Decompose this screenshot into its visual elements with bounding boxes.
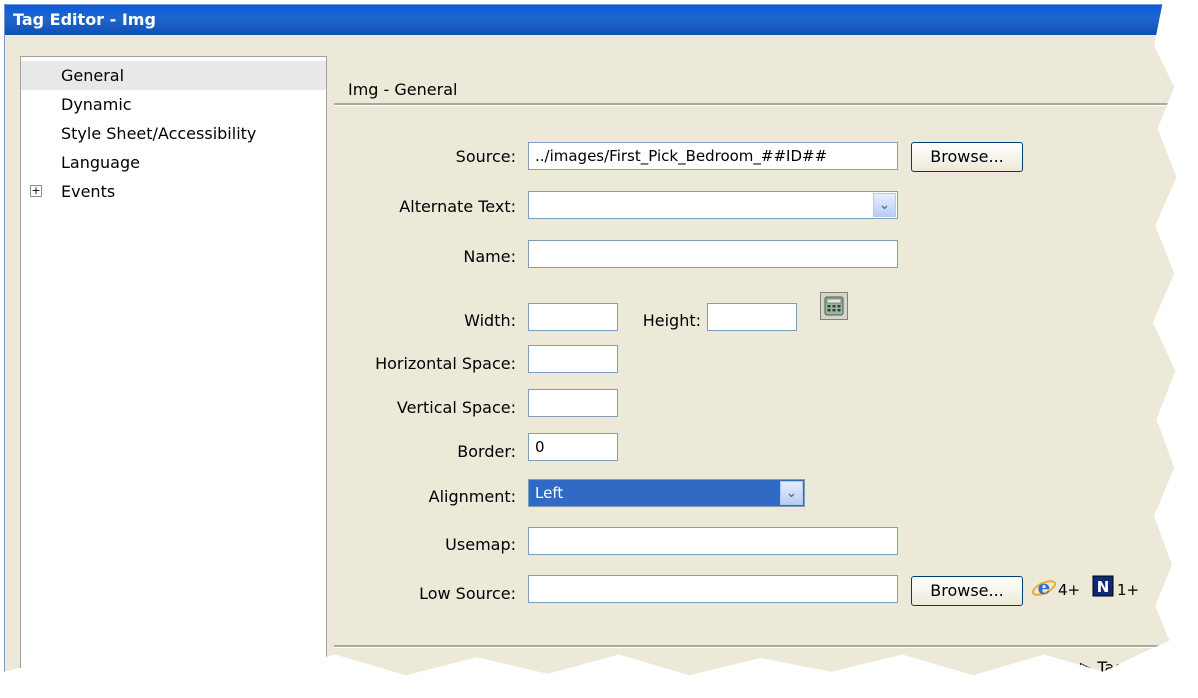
usemap-input[interactable] (528, 527, 898, 555)
border-input[interactable]: 0 (528, 433, 618, 461)
low-source-label: Low Source: (419, 584, 516, 603)
sidebar-item-general[interactable]: General (21, 61, 326, 90)
source-label: Source: (455, 147, 516, 166)
border-label: Border: (457, 442, 516, 461)
low-source-input[interactable] (528, 575, 898, 603)
tag-info-toggle[interactable]: ▷ Tag In (1080, 658, 1144, 675)
section-divider (334, 103, 1176, 106)
vertical-space-input[interactable] (528, 389, 618, 417)
category-tree: General Dynamic Style Sheet/Accessibilit… (20, 56, 327, 676)
tag-editor-window: Tag Editor - Img General Dynamic Style S… (4, 4, 1177, 676)
expand-plus-icon[interactable]: + (30, 185, 42, 197)
calculator-button[interactable] (820, 292, 848, 320)
svg-text:e: e (1038, 575, 1051, 599)
sidebar-item-label: Events (61, 182, 116, 201)
calculator-icon (824, 296, 844, 316)
usemap-label: Usemap: (445, 535, 516, 554)
sidebar-item-events[interactable]: + Events (21, 177, 326, 206)
ie-version: 4+ (1058, 581, 1081, 599)
source-browse-button[interactable]: Browse... (911, 142, 1023, 172)
height-input[interactable] (707, 303, 797, 331)
chevron-down-icon[interactable]: ⌄ (873, 193, 896, 217)
netscape-icon: N (1092, 575, 1114, 597)
footer-divider (334, 645, 1176, 648)
width-label: Width: (464, 311, 516, 330)
alignment-select[interactable]: Left ⌄ (528, 479, 805, 507)
source-input[interactable]: ../images/First_Pick_Bedroom_##ID## (528, 142, 898, 170)
sidebar-item-label: Dynamic (61, 95, 132, 114)
low-source-browse-button[interactable]: Browse... (911, 576, 1023, 606)
horizontal-space-label: Horizontal Space: (375, 354, 516, 373)
name-label: Name: (463, 247, 516, 266)
alignment-label: Alignment: (428, 487, 516, 506)
chevron-down-icon[interactable]: ⌄ (780, 481, 803, 505)
sidebar-item-dynamic[interactable]: Dynamic (21, 90, 326, 119)
horizontal-space-input[interactable] (528, 345, 618, 373)
svg-text:N: N (1097, 578, 1110, 596)
alignment-value: Left (535, 484, 564, 502)
sidebar-item-label: Style Sheet/Accessibility (61, 124, 257, 143)
sidebar-item-label: Language (61, 153, 140, 172)
height-label: Height: (642, 311, 701, 330)
sidebar-item-style-sheet-accessibility[interactable]: Style Sheet/Accessibility (21, 119, 326, 148)
internet-explorer-icon: e (1031, 575, 1057, 599)
alternate-text-combo[interactable]: ⌄ (528, 191, 898, 219)
netscape-version: 1+ (1117, 581, 1140, 599)
window-title: Tag Editor - Img (5, 5, 1177, 35)
name-input[interactable] (528, 240, 898, 268)
alternate-text-label: Alternate Text: (399, 197, 516, 216)
sidebar-item-label: General (61, 66, 125, 85)
sidebar-item-language[interactable]: Language (21, 148, 326, 177)
section-title: Img - General (348, 80, 458, 99)
vertical-space-label: Vertical Space: (396, 398, 516, 417)
